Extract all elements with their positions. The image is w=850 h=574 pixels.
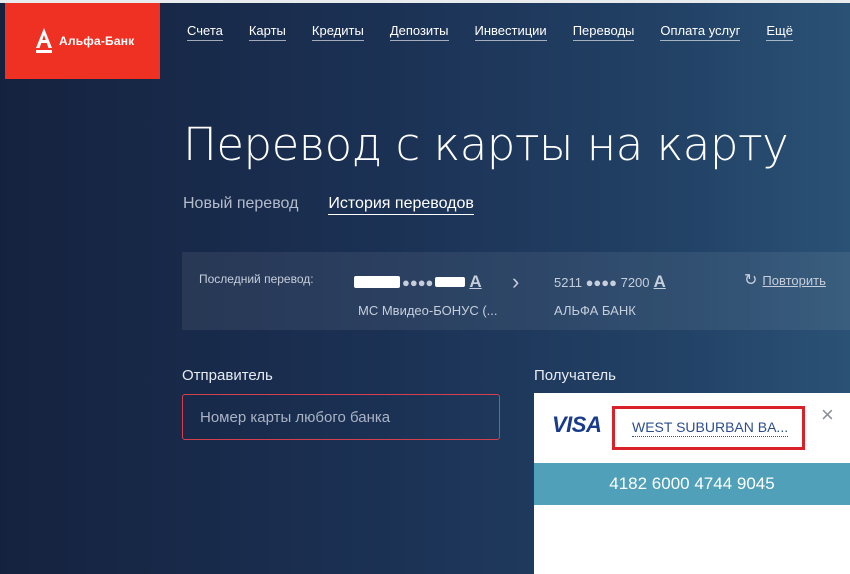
alfa-card-icon: A [469,272,482,291]
recipient-card-header: VISA WEST SUBURBAN BA... × [534,393,850,463]
last-transfer-to-card: 5211 ●●●● 7200 A [554,272,666,292]
visa-logo: VISA [552,412,602,437]
last-transfer-label: Последний перевод: [199,272,314,286]
redaction-mark [435,277,466,287]
nav-item-accounts[interactable]: Счета [187,23,223,41]
chevron-right-icon: › [512,269,520,294]
bank-name-highlight: WEST SUBURBAN BA... [612,406,805,450]
nav-item-more[interactable]: Ещё [766,23,793,41]
logo-text: Альфа-Банк [59,34,135,48]
recipient-card-number[interactable]: 4182 6000 4744 9045 [534,463,850,505]
repeat-label: Повторить [762,272,826,288]
last-transfer-from-card: ●●●● A [354,272,482,292]
sender-card-input[interactable] [182,394,500,440]
recipient-card-panel: VISA WEST SUBURBAN BA... × 4182 6000 474… [534,393,850,574]
refresh-icon: ↻ [744,272,758,289]
nav-item-deposits[interactable]: Депозиты [389,23,449,41]
main-nav: Счета Карты Кредиты Депозиты Инвестиции … [187,23,819,41]
sender-label: Отправитель [182,367,273,384]
nav-item-payments[interactable]: Оплата услуг [660,23,741,41]
close-icon[interactable]: × [821,402,834,428]
tab-new-transfer[interactable]: Новый перевод [183,195,298,215]
recipient-label: Получатель [534,367,616,384]
last-transfer-panel: Последний перевод: ●●●● A МС Мвидео-БОНУ… [182,252,850,330]
alfa-logo-icon [35,28,53,54]
redaction-mark [354,276,400,288]
from-card-mask: ●●●● [402,274,434,290]
transfer-tabs: Новый перевод История переводов [183,195,474,215]
repeat-button[interactable]: ↻ Повторить [744,270,826,290]
nav-item-investments[interactable]: Инвестиции [474,23,547,41]
tab-transfer-history[interactable]: История переводов [328,195,474,215]
nav-item-cards[interactable]: Карты [248,23,286,41]
recipient-bank-name[interactable]: WEST SUBURBAN BA... [632,419,789,437]
nav-item-credits[interactable]: Кредиты [311,23,364,41]
last-transfer-from-name: МС Мвидео-БОНУС (... [358,303,498,318]
alfa-bank-logo[interactable]: Альфа-Банк [5,3,160,79]
nav-item-transfers[interactable]: Переводы [572,23,635,41]
to-card-number: 5211 ●●●● 7200 [554,274,650,290]
last-transfer-to-name: АЛЬФА БАНК [554,303,636,318]
alfa-card-icon: A [653,272,666,291]
page-title: Перевод с карты на карту [183,118,789,171]
